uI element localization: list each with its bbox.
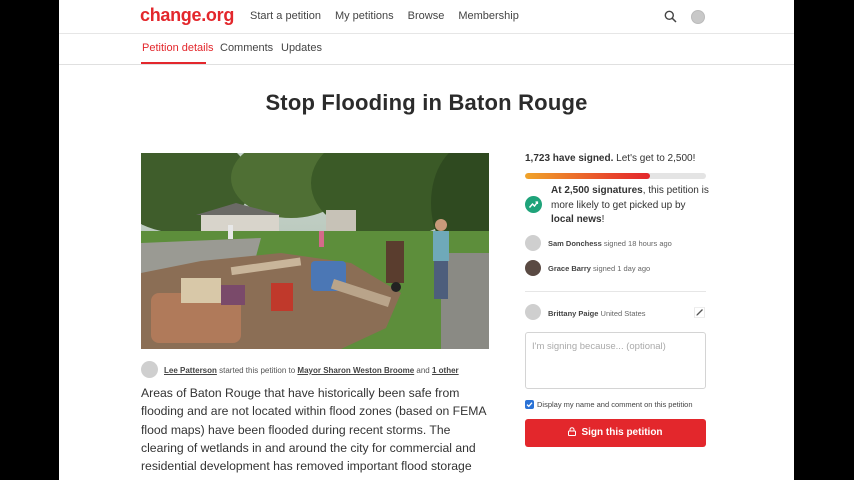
search-icon[interactable]: [664, 10, 677, 23]
petition-page: change.org Start a petition My petitions…: [59, 0, 794, 480]
starter-text: Lee Patterson started this petition to M…: [164, 366, 459, 375]
signature-progress-bar: [525, 173, 706, 179]
signed-count-bold: 1,723 have signed.: [525, 153, 614, 164]
tab-comments[interactable]: Comments: [220, 42, 273, 54]
petition-starter-line: Lee Patterson started this petition to M…: [141, 361, 501, 379]
signing-reason-input[interactable]: [525, 332, 706, 389]
current-user-avatar: [525, 304, 541, 320]
signer-name: Sam Donchess: [548, 239, 602, 248]
trend-up-icon: [525, 196, 542, 213]
milestone-end: !: [601, 214, 605, 225]
goal-text: Let's get to 2,500!: [613, 153, 696, 164]
divider: [525, 291, 706, 292]
signer-time: signed 1 day ago: [590, 264, 651, 273]
display-name-label: Display my name and comment on this peti…: [537, 400, 693, 409]
check-icon: [526, 402, 533, 408]
signer-time: signed 18 hours ago: [601, 239, 672, 248]
current-user-country: United States: [598, 309, 646, 318]
starter-name-link[interactable]: Lee Patterson: [164, 366, 217, 375]
signer-name: Grace Barry: [548, 264, 591, 273]
petition-photo: [141, 153, 489, 349]
progress-fill: [525, 173, 650, 179]
milestone-local-news: local news: [551, 214, 602, 225]
signature-count: 1,723 have signed. Let's get to 2,500!: [525, 153, 695, 164]
current-user-name: Brittany Paige: [548, 309, 599, 318]
active-tab-indicator: [141, 62, 206, 64]
sign-petition-label: Sign this petition: [581, 427, 663, 438]
other-decision-makers-link[interactable]: 1 other: [432, 366, 459, 375]
starter-avatar: [141, 361, 158, 378]
signer-avatar: [525, 260, 541, 276]
tab-updates[interactable]: Updates: [281, 42, 322, 54]
decision-maker-link[interactable]: Mayor Sharon Weston Broome: [297, 366, 414, 375]
nav-links: Start a petition My petitions Browse Mem…: [250, 10, 533, 22]
edit-icon[interactable]: [694, 307, 705, 318]
petition-title: Stop Flooding in Baton Rouge: [265, 90, 588, 115]
nav-start-petition[interactable]: Start a petition: [250, 10, 321, 22]
milestone-text: At 2,500 signatures, this petition is mo…: [551, 184, 711, 228]
sign-petition-button[interactable]: Sign this petition: [525, 419, 706, 447]
tab-petition-details[interactable]: Petition details: [142, 42, 214, 54]
lock-icon: [568, 427, 577, 436]
recent-signer: Grace Barry signed 1 day ago: [525, 260, 715, 278]
starter-and-text: and: [414, 366, 432, 375]
current-user-row: Brittany Paige United States: [525, 304, 706, 322]
signer-avatar: [525, 235, 541, 251]
milestone-message: At 2,500 signatures, this petition is mo…: [525, 184, 710, 228]
nav-browse[interactable]: Browse: [408, 10, 445, 22]
display-name-checkbox[interactable]: [525, 400, 534, 409]
display-name-option: Display my name and comment on this peti…: [525, 399, 715, 411]
milestone-bold: At 2,500 signatures: [551, 185, 643, 196]
top-navigation: change.org Start a petition My petitions…: [59, 0, 794, 34]
petition-tabs: Petition details Comments Updates: [59, 34, 794, 65]
nav-my-petitions[interactable]: My petitions: [335, 10, 394, 22]
nav-membership[interactable]: Membership: [458, 10, 519, 22]
starter-mid-text: started this petition to: [216, 366, 298, 375]
petition-body: Areas of Baton Rouge that have historica…: [141, 386, 486, 474]
recent-signer: Sam Donchess signed 18 hours ago: [525, 235, 715, 253]
change-org-logo[interactable]: change.org: [140, 5, 234, 26]
user-avatar[interactable]: [691, 10, 705, 24]
